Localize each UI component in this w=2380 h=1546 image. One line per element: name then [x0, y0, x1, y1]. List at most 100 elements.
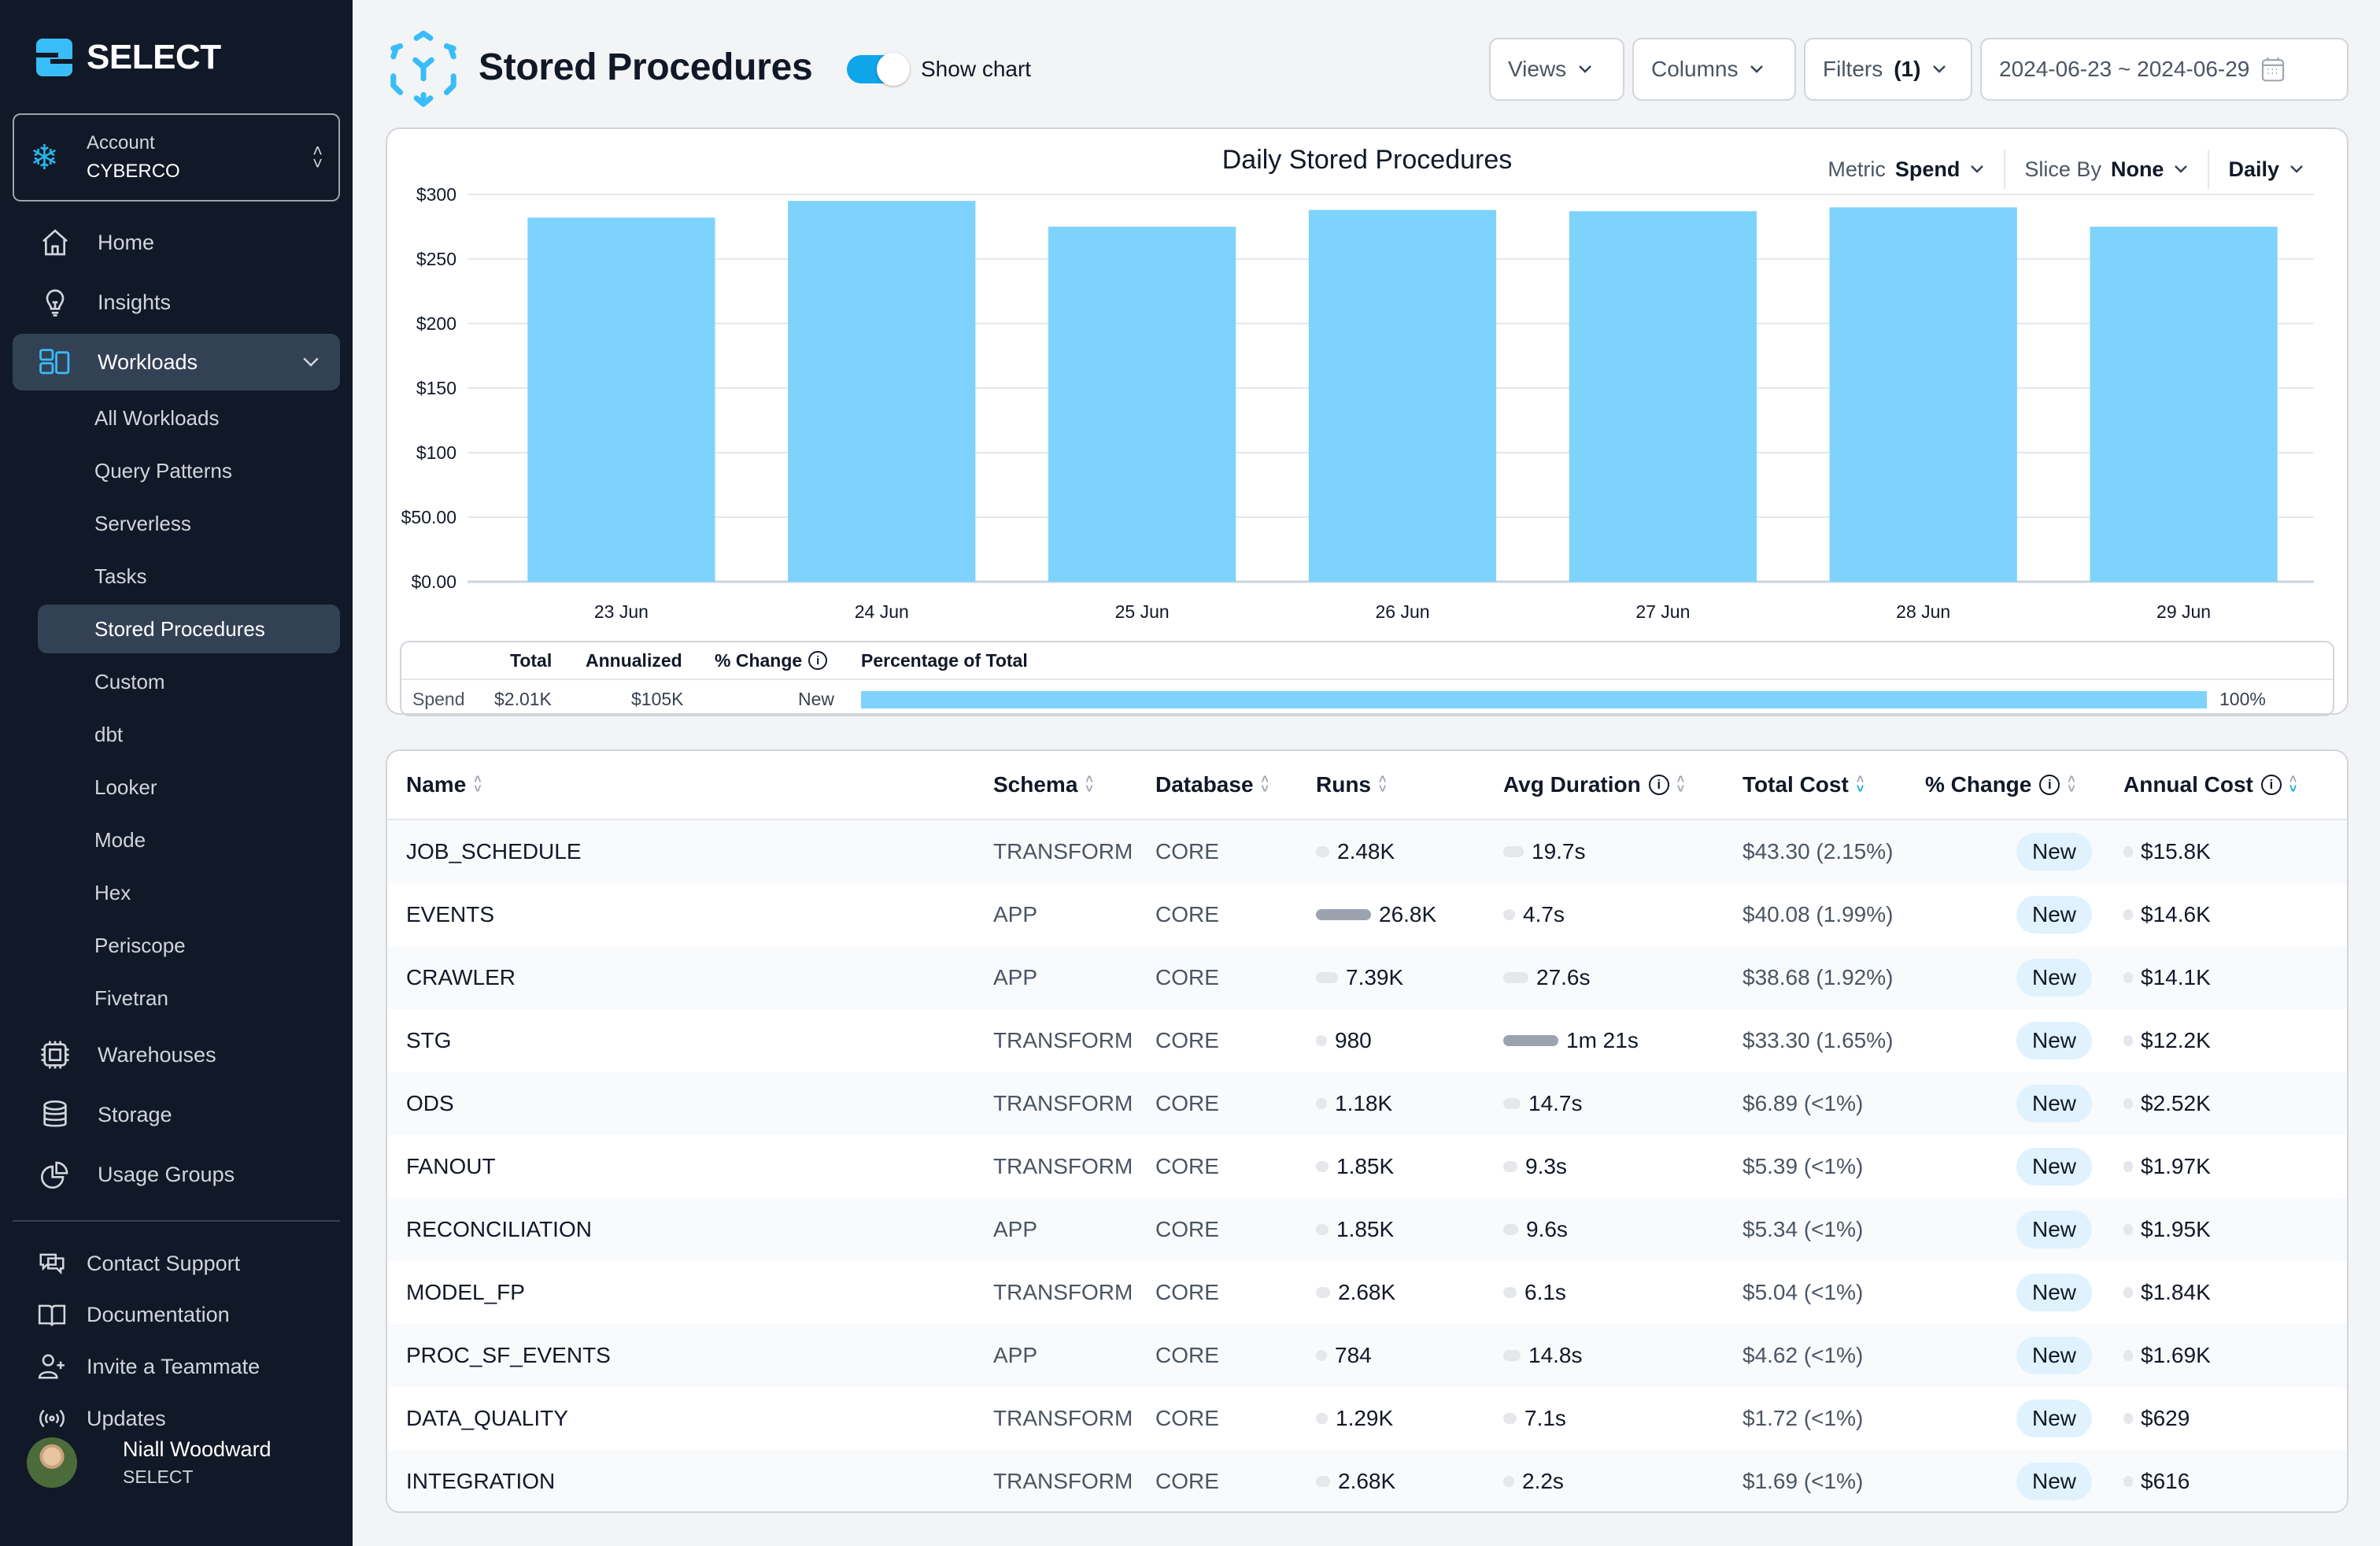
- cell-name[interactable]: MODEL_FP: [406, 1261, 525, 1324]
- invite-teammate-link[interactable]: Invite a Teammate: [36, 1347, 260, 1386]
- table-row[interactable]: STG TRANSFORM CORE 980 1m 21s $33.30 (1.65%) N…: [387, 1009, 2347, 1072]
- column-header-total-cost[interactable]: Total Cost ˄ ˅: [1743, 751, 1864, 819]
- cell-name[interactable]: DATA_QUALITY: [406, 1387, 568, 1450]
- sidebar-subitem-hex[interactable]: Hex: [38, 868, 340, 917]
- cell-annual-cost: $14.1K: [2123, 946, 2211, 1009]
- sidebar-subitem-stored-procedures[interactable]: Stored Procedures: [38, 605, 340, 653]
- user-profile[interactable]: Niall Woodward SELECT: [27, 1437, 272, 1488]
- summary-pct-total-label: 100%: [2219, 688, 2266, 709]
- account-switcher[interactable]: ❄ Account CYBERCO ˄ ˅: [13, 113, 340, 202]
- updates-link[interactable]: Updates: [36, 1399, 166, 1438]
- bar-26-jun[interactable]: [1308, 209, 1497, 582]
- column-header-change[interactable]: % Change i ˄ ˅: [1925, 751, 2075, 819]
- sidebar-item-workloads[interactable]: Workloads: [13, 334, 340, 390]
- summary-annualized: $105K: [631, 688, 684, 709]
- cell-name[interactable]: EVENTS: [406, 883, 494, 946]
- info-icon[interactable]: i: [2260, 775, 2282, 795]
- table-row[interactable]: MODEL_FP TRANSFORM CORE 2.68K 6.1s $5.04 (<1%…: [387, 1261, 2347, 1324]
- table-row[interactable]: FANOUT TRANSFORM CORE 1.85K 9.3s $5.39 (<1%) N…: [387, 1135, 2347, 1198]
- cell-avg-duration: 1m 21s: [1503, 1009, 1639, 1072]
- sidebar-subitem-dbt[interactable]: dbt: [38, 710, 340, 759]
- table-row[interactable]: EVENTS APP CORE 26.8K 4.7s $40.08 (1.99%) New $…: [387, 883, 2347, 946]
- sidebar-subitem-looker[interactable]: Looker: [38, 763, 340, 812]
- annual-cost-value: $2.52K: [2141, 1091, 2211, 1115]
- sidebar-subitem-fivetran[interactable]: Fivetran: [38, 974, 340, 1023]
- column-header-name[interactable]: Name ˄ ˅: [406, 751, 482, 819]
- cell-name[interactable]: FANOUT: [406, 1135, 496, 1198]
- sidebar-item-insights[interactable]: Insights: [13, 274, 340, 331]
- select-logo[interactable]: SELECT: [36, 38, 221, 77]
- cell-total-cost: $5.34 (<1%): [1743, 1217, 1864, 1241]
- bar-29-jun[interactable]: [2090, 227, 2278, 582]
- column-header-avg-duration[interactable]: Avg Duration i ˄ ˅: [1503, 751, 1684, 819]
- table-row[interactable]: DATA_QUALITY TRANSFORM CORE 1.29K 7.1s $1.72 …: [387, 1387, 2347, 1450]
- table-row[interactable]: PROC_SF_EVENTS APP CORE 784 14.8s $4.62 (<1%)…: [387, 1324, 2347, 1387]
- cell-annual-cost: $1.84K: [2123, 1261, 2211, 1324]
- table-row[interactable]: CRAWLER APP CORE 7.39K 27.6s $38.68 (1.92%) Ne…: [387, 946, 2347, 1009]
- sidebar-subitem-serverless[interactable]: Serverless: [38, 499, 340, 548]
- date-range-picker[interactable]: 2024-06-23 ~ 2024-06-29: [1980, 38, 2349, 101]
- views-dropdown[interactable]: Views: [1489, 38, 1624, 101]
- sidebar-subitem-all-workloads[interactable]: All Workloads: [38, 394, 340, 442]
- column-header-label: Avg Duration: [1503, 772, 1641, 797]
- bar-24-jun[interactable]: [788, 201, 976, 582]
- bar-25-jun[interactable]: [1048, 227, 1236, 582]
- column-header-runs[interactable]: Runs ˄ ˅: [1316, 751, 1386, 819]
- annual-cost-value: $1.84K: [2141, 1280, 2211, 1304]
- column-header-schema[interactable]: Schema ˄ ˅: [993, 751, 1093, 819]
- column-header-annual-cost[interactable]: Annual Cost i ˄ ˅: [2123, 751, 2297, 819]
- sidebar-subitem-mode[interactable]: Mode: [38, 816, 340, 864]
- sidebar-subitem-custom[interactable]: Custom: [38, 657, 340, 706]
- x-tick-label: 26 Jun: [1375, 601, 1429, 622]
- cell-change: New: [2016, 1135, 2093, 1198]
- cell-runs: 1.29K: [1316, 1387, 1393, 1450]
- documentation-link[interactable]: Documentation: [36, 1295, 230, 1334]
- table-row[interactable]: RECONCILIATION APP CORE 1.85K 9.6s $5.34 (<1%…: [387, 1198, 2347, 1261]
- y-tick-label: $0.00: [411, 571, 456, 592]
- table-row[interactable]: ODS TRANSFORM CORE 1.18K 14.7s $6.89 (<1%) New…: [387, 1072, 2347, 1135]
- sidebar-item-home[interactable]: Home: [13, 214, 340, 271]
- sidebar-item-warehouses[interactable]: Warehouses: [13, 1026, 340, 1083]
- info-icon[interactable]: i: [808, 651, 828, 670]
- sidebar-item-storage[interactable]: Storage: [13, 1086, 340, 1143]
- runs-value: 7.39K: [1346, 965, 1404, 989]
- chart-card: Daily Stored Procedures Metric Spend Sli…: [386, 128, 2349, 716]
- runs-bar: [1316, 1035, 1327, 1046]
- cell-name[interactable]: JOB_SCHEDULE: [406, 820, 582, 883]
- cell-name[interactable]: INTEGRATION: [406, 1450, 555, 1511]
- cell-name[interactable]: RECONCILIATION: [406, 1198, 592, 1261]
- info-icon[interactable]: i: [2039, 775, 2060, 795]
- cell-schema: APP: [993, 1217, 1038, 1241]
- sort-desc-icon: ˄ ˅: [2289, 773, 2297, 796]
- contact-support-link[interactable]: Contact Support: [36, 1244, 240, 1283]
- column-header-label: Name: [406, 772, 467, 797]
- bar-28-jun[interactable]: [1829, 207, 2017, 582]
- sidebar-subitem-tasks[interactable]: Tasks: [38, 552, 340, 601]
- filters-dropdown[interactable]: Filters (1): [1804, 38, 1972, 101]
- y-tick-label: $250: [416, 249, 456, 269]
- cell-change: New: [2016, 1009, 2093, 1072]
- y-tick-label: $200: [416, 313, 456, 334]
- sidebar-item-label: Insights: [98, 290, 172, 314]
- column-header-database[interactable]: Database ˄ ˅: [1155, 751, 1269, 819]
- cell-name[interactable]: CRAWLER: [406, 946, 516, 1009]
- chat-icon: [36, 1248, 68, 1278]
- cell-name[interactable]: STG: [406, 1009, 452, 1072]
- sidebar-subitem-periscope[interactable]: Periscope: [38, 921, 340, 970]
- show-chart-toggle[interactable]: [847, 53, 910, 86]
- table-row[interactable]: JOB_SCHEDULE TRANSFORM CORE 2.48K 19.7s $43.3…: [387, 820, 2347, 883]
- bar-27-jun[interactable]: [1569, 211, 1757, 582]
- duration-value: 9.6s: [1526, 1217, 1568, 1241]
- sidebar-subitem-query-patterns[interactable]: Query Patterns: [38, 446, 340, 495]
- columns-dropdown[interactable]: Columns: [1632, 38, 1796, 101]
- cell-name[interactable]: ODS: [406, 1072, 454, 1135]
- bar-23-jun[interactable]: [527, 217, 715, 582]
- cell-runs: 1.18K: [1316, 1072, 1392, 1135]
- table-row[interactable]: INTEGRATION TRANSFORM CORE 2.68K 2.2s $1.69 (…: [387, 1450, 2347, 1511]
- cell-database: CORE: [1155, 1217, 1219, 1241]
- info-icon[interactable]: i: [1648, 775, 1669, 795]
- summary-total: $2.01K: [494, 688, 552, 709]
- duration-bar: [1503, 1413, 1517, 1424]
- cell-name[interactable]: PROC_SF_EVENTS: [406, 1324, 611, 1387]
- sidebar-item-usage-groups[interactable]: Usage Groups: [13, 1146, 340, 1203]
